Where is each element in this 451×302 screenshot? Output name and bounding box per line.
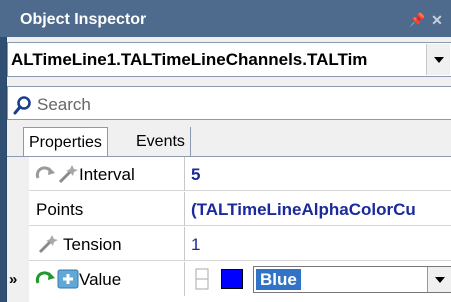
title-bar: Object Inspector 📌 ✕ (0, 0, 451, 37)
property-name: Tension (63, 235, 122, 254)
refresh-icon (35, 166, 55, 179)
tab-properties[interactable]: Properties (23, 127, 108, 157)
value-dropdown-text[interactable]: Blue (256, 269, 301, 290)
object-selector[interactable]: ALTimeLine1.TALTimeLineChannels.TALTim (7, 42, 451, 77)
property-name-cell: Interval (29, 157, 185, 191)
inspector-panel: ALTimeLine1.TALTimeLineChannels.TALTim S… (6, 37, 451, 302)
property-row-interval[interactable]: Interval 5 (29, 157, 451, 191)
search-icon (13, 96, 31, 115)
value-dropdown-button[interactable] (427, 267, 451, 292)
property-name: Points (36, 200, 84, 219)
property-name: Value (79, 270, 122, 289)
tab-strip: Properties Events (7, 127, 451, 157)
refresh-icon (35, 271, 55, 284)
object-selector-value: ALTimeLine1.TALTimeLineChannels.TALTim (11, 50, 368, 69)
property-name-cell: Value (29, 262, 185, 296)
search-box[interactable]: Search (7, 86, 451, 120)
object-selector-dropdown-button[interactable] (426, 44, 450, 75)
property-row-tension[interactable]: Tension 1 (29, 227, 451, 261)
wand-icon (38, 235, 58, 254)
current-row-marker: » (9, 271, 18, 288)
search-placeholder: Search (37, 95, 91, 114)
plus-icon (57, 269, 79, 289)
close-icon[interactable]: ✕ (429, 12, 445, 28)
property-value[interactable]: 5 (191, 165, 451, 185)
tab-events[interactable]: Events (131, 127, 191, 156)
chevron-down-icon (434, 57, 444, 63)
property-grid: » Interval 5 Points (TALTimeLineAlphaCol… (7, 157, 451, 302)
window-title: Object Inspector (20, 11, 147, 28)
chevron-down-icon (435, 277, 445, 283)
property-value[interactable]: (TALTimeLineAlphaColorCu (191, 200, 451, 220)
property-value[interactable]: 1 (191, 235, 451, 255)
property-name-cell: Tension (29, 227, 185, 261)
value-dropdown[interactable]: Blue (253, 266, 451, 293)
pin-icon[interactable]: 📌 (409, 13, 425, 27)
color-swatch (221, 269, 243, 289)
property-name-cell: Points (29, 192, 185, 226)
property-name: Interval (79, 165, 135, 184)
wand-icon (58, 165, 78, 184)
property-row-value[interactable]: Value Blue (29, 262, 451, 296)
property-row-points[interactable]: Points (TALTimeLineAlphaColorCu (29, 192, 451, 226)
drag-handle-icon[interactable] (195, 268, 209, 290)
